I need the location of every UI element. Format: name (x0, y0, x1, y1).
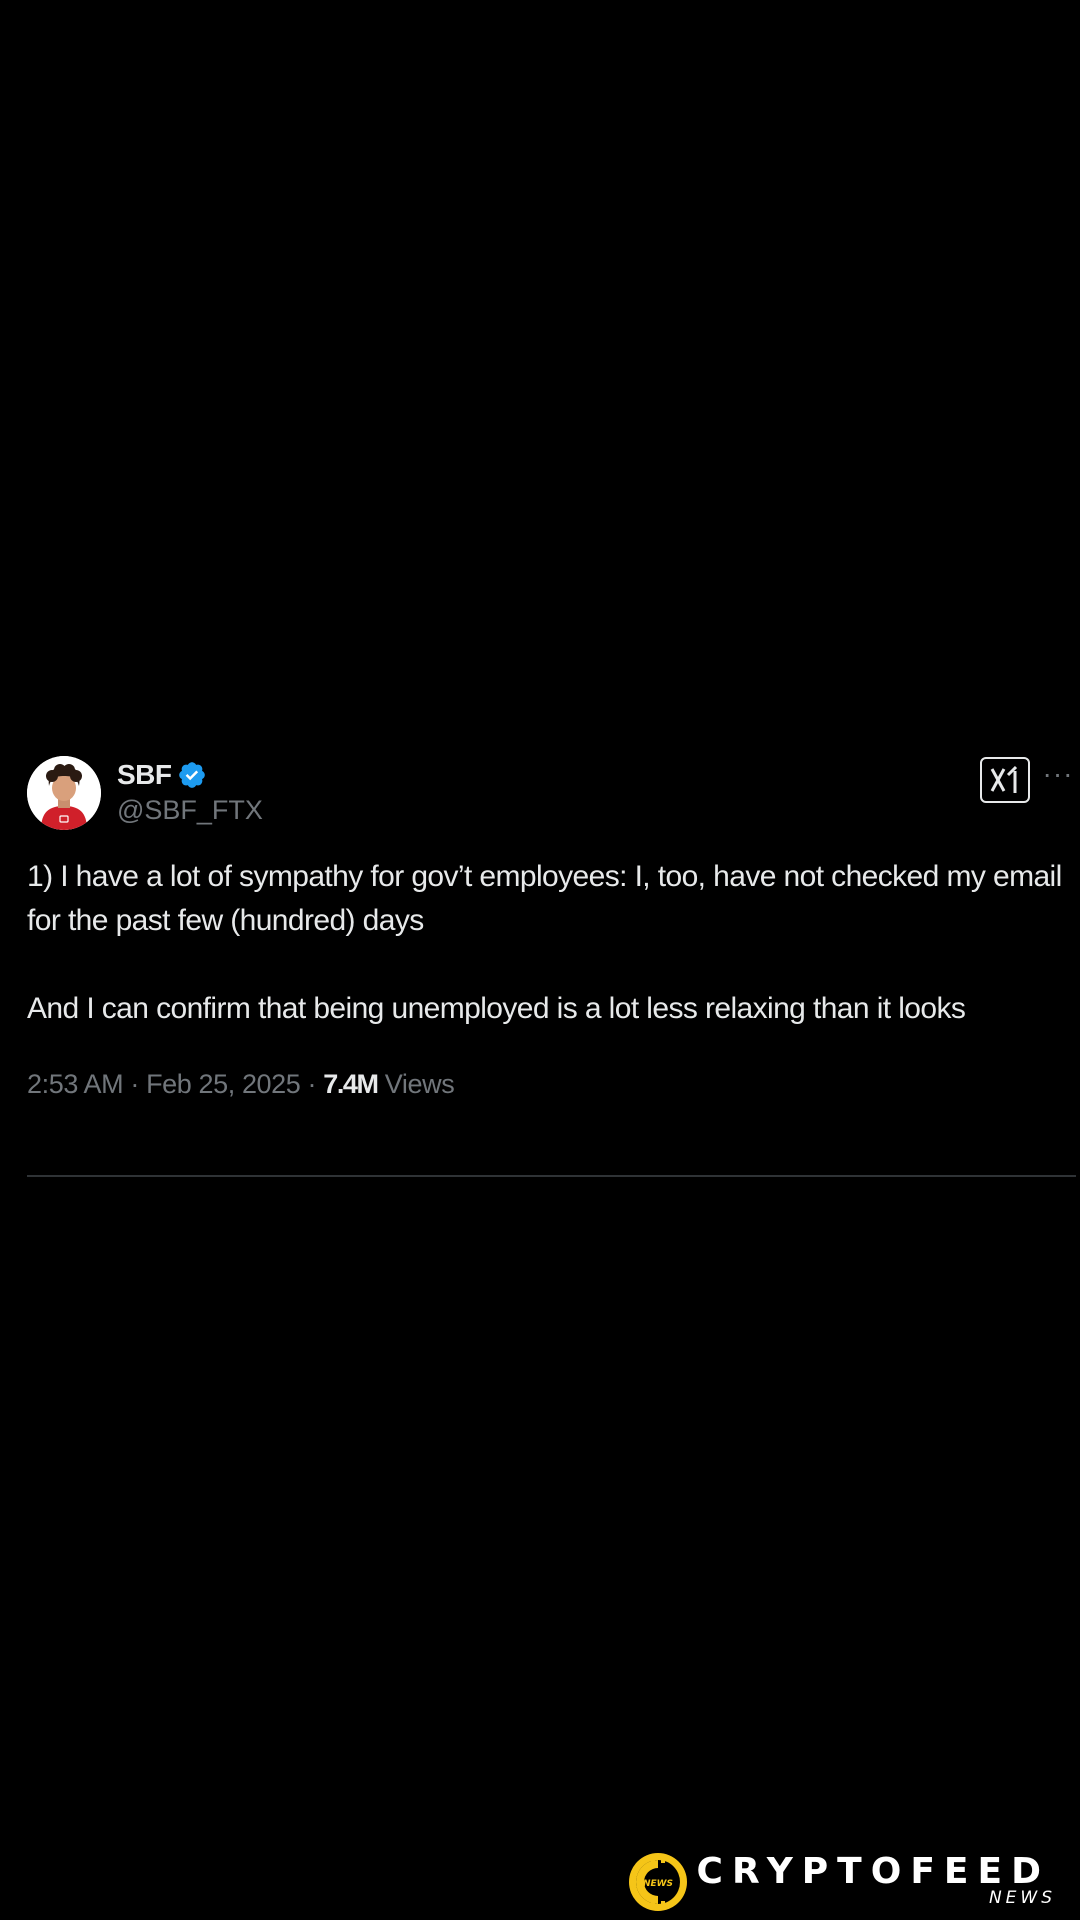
verified-checkmark-icon (178, 762, 205, 788)
watermark-text: CRYPTOFEED NEWS (696, 1851, 1052, 1912)
tweet-date[interactable]: Feb 25, 2025 (146, 1069, 301, 1099)
more-options-button[interactable]: ··· (1040, 758, 1076, 789)
meta-separator: · (130, 1069, 139, 1099)
tweet-header: SBF @SBF_FTX ··· (27, 755, 1076, 831)
tweet-paragraph: 1) I have a lot of sympathy for gov’t em… (27, 860, 1062, 937)
watermark-sub: NEWS (988, 1888, 1056, 1908)
cryptofeed-watermark: NEWS CRYPTOFEED NEWS (627, 1847, 1052, 1917)
author-name-row: SBF (117, 757, 263, 793)
author-block: SBF @SBF_FTX (117, 757, 263, 826)
tweet-meta: 2:53 AM · Feb 25, 2025 · 7.4M Views (27, 1069, 1076, 1100)
author-display-name[interactable]: SBF (117, 759, 172, 791)
author-handle[interactable]: @SBF_FTX (117, 795, 263, 826)
logo-text: NEWS (643, 1879, 673, 1889)
tweet-divider (27, 1175, 1076, 1177)
views-count: 7.4M (323, 1069, 379, 1099)
tweet: SBF @SBF_FTX ··· 1) I have a lot of symp… (27, 755, 1076, 1100)
views-label: Views (384, 1069, 455, 1099)
tweet-paragraph: And I can confirm that being unemployed … (27, 992, 966, 1025)
grok-icon (990, 765, 1018, 793)
more-icon: ··· (1042, 758, 1074, 789)
meta-separator: · (307, 1069, 317, 1099)
tweet-text: 1) I have a lot of sympathy for gov’t em… (27, 855, 1067, 1031)
avatar[interactable] (27, 756, 101, 830)
cryptofeed-logo-icon: NEWS (628, 1853, 687, 1911)
tweet-time[interactable]: 2:53 AM (27, 1069, 124, 1099)
watermark-main: CRYPTOFEED (696, 1851, 1050, 1892)
grok-button[interactable] (980, 757, 1030, 803)
